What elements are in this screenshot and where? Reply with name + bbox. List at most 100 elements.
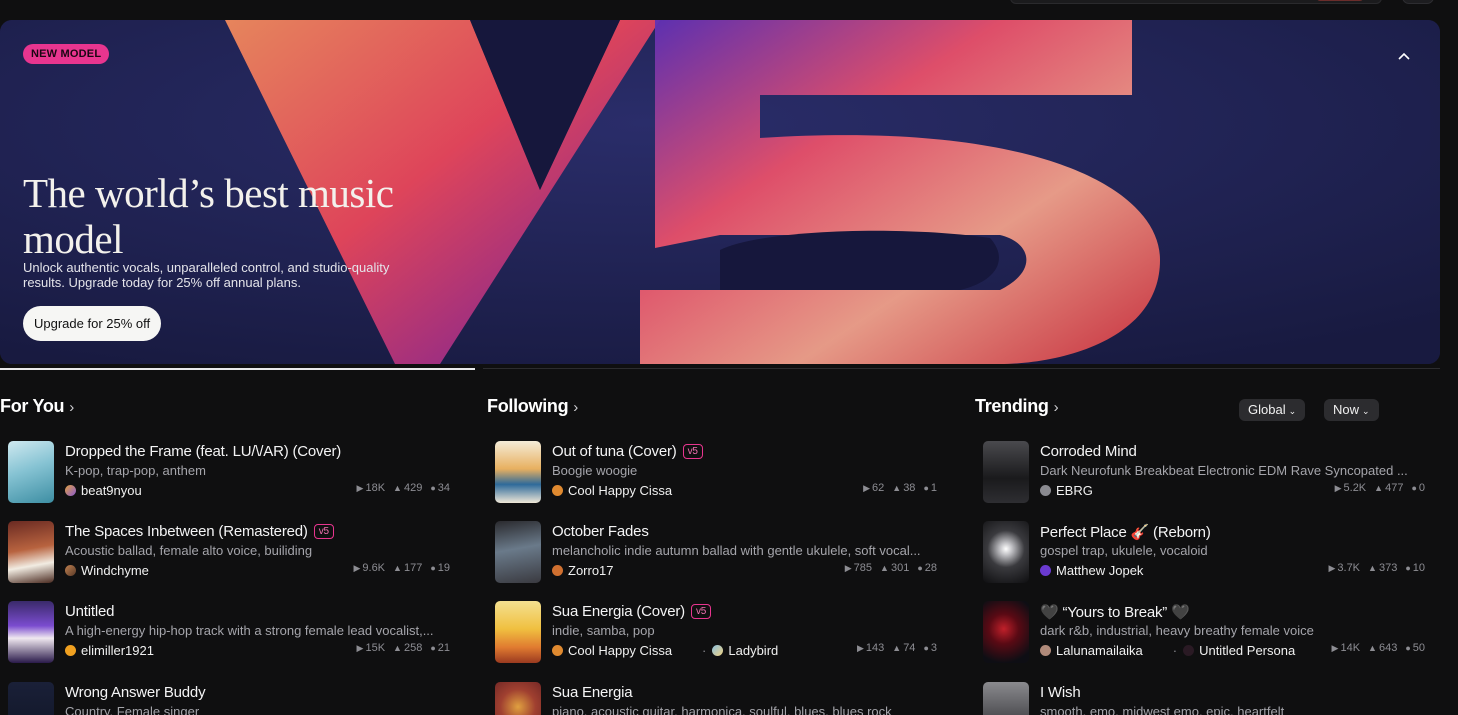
song-cover bbox=[983, 601, 1029, 663]
plays-count: ▶ 143 bbox=[856, 642, 885, 654]
artist-link[interactable]: beat9nyou bbox=[65, 482, 142, 498]
promo-banner: NEW MODEL The world’s best music model U… bbox=[0, 20, 1440, 364]
song-cover bbox=[8, 521, 54, 583]
likes-count[interactable]: ▲ 429 bbox=[393, 482, 422, 494]
song-title: Perfect Place 🎸 (Reborn) bbox=[1040, 524, 1211, 541]
plays-count: ▶ 3.7K bbox=[1328, 562, 1361, 574]
likes-count[interactable]: ▲ 258 bbox=[393, 642, 422, 654]
comments-count[interactable]: ● 21 bbox=[430, 642, 450, 654]
likes-count[interactable]: ▲ 373 bbox=[1368, 562, 1397, 574]
song-stats: ▶ 18K ▲ 429 ● 34 bbox=[357, 482, 450, 494]
artist-name: Cool Happy Cissa bbox=[568, 642, 673, 658]
song-cover bbox=[983, 682, 1029, 715]
search-bar[interactable] bbox=[1010, 0, 1382, 4]
song-row[interactable]: Perfect Place 🎸 (Reborn) gospel trap, uk… bbox=[983, 521, 1428, 583]
song-title: Sua Energia bbox=[552, 684, 633, 701]
comments-count[interactable]: ● 3 bbox=[923, 642, 937, 654]
artist-link[interactable]: Windchyme bbox=[65, 562, 149, 578]
artist-link[interactable]: Zorro17 bbox=[552, 562, 614, 578]
artist-link[interactable]: elimiller1921 bbox=[65, 642, 154, 658]
song-tags: piano, acoustic guitar, harmonica, soulf… bbox=[552, 704, 892, 715]
collapse-banner-button[interactable] bbox=[1390, 44, 1418, 68]
song-row[interactable]: Untitled A high-energy hip-hop track wit… bbox=[8, 601, 453, 663]
likes-count[interactable]: ▲ 643 bbox=[1368, 642, 1397, 654]
following-link[interactable]: Following › bbox=[487, 396, 578, 416]
artist-link[interactable]: Cool Happy Cissa · Ladybird bbox=[552, 642, 778, 658]
scrollbar-gutter bbox=[1440, 20, 1458, 715]
artist-name: beat9nyou bbox=[81, 482, 142, 498]
likes-count[interactable]: ▲ 74 bbox=[892, 642, 915, 654]
comments-count[interactable]: ● 19 bbox=[430, 562, 450, 574]
comments-count[interactable]: ● 34 bbox=[430, 482, 450, 494]
avatar bbox=[1040, 564, 1051, 576]
trending-link[interactable]: Trending › bbox=[975, 396, 1059, 416]
avatar bbox=[552, 564, 563, 576]
artist-name[interactable]: Ladybird bbox=[728, 643, 778, 658]
song-row[interactable]: Corroded Mind Dark Neurofunk Breakbeat E… bbox=[983, 441, 1428, 503]
song-row[interactable]: 🖤 “Yours to Break” 🖤 dark r&b, industria… bbox=[983, 601, 1428, 663]
for-you-link[interactable]: For You › bbox=[0, 396, 74, 416]
thumbs-up-icon: ▲ bbox=[393, 483, 402, 493]
artist-link[interactable]: Matthew Jopek bbox=[1040, 562, 1143, 578]
song-title: Out of tuna (Cover) v5 bbox=[552, 443, 703, 460]
song-row[interactable]: October Fades melancholic indie autumn b… bbox=[495, 521, 940, 583]
song-row[interactable]: Out of tuna (Cover) v5 Boogie woogie Cool… bbox=[495, 441, 940, 503]
likes-count[interactable]: ▲ 301 bbox=[880, 562, 909, 574]
comments-count[interactable]: ● 28 bbox=[917, 562, 937, 574]
song-row[interactable]: The Spaces Inbetween (Remastered) v5 Acou… bbox=[8, 521, 453, 583]
chevron-up-icon bbox=[1398, 52, 1410, 60]
comment-icon: ● bbox=[1405, 643, 1411, 653]
section-title: For You bbox=[0, 396, 65, 416]
comment-icon: ● bbox=[430, 643, 436, 653]
song-row[interactable]: Sua Energia (Cover) v5 indie, samba, pop … bbox=[495, 601, 940, 663]
song-tags: Acoustic ballad, female alto voice, buil… bbox=[65, 543, 313, 558]
song-cover bbox=[8, 441, 54, 503]
likes-count[interactable]: ▲ 38 bbox=[892, 482, 915, 494]
comments-count[interactable]: ● 1 bbox=[923, 482, 937, 494]
section-for-you: For You › Dropped the Frame (feat. LU/\/A… bbox=[0, 396, 460, 715]
likes-count[interactable]: ▲ 477 bbox=[1374, 482, 1403, 494]
separator: · bbox=[1172, 642, 1178, 658]
song-tags: Boogie woogie bbox=[552, 463, 638, 478]
plays-count: ▶ 9.6K bbox=[353, 562, 386, 574]
song-title: Dropped the Frame (feat. LU/\/AR) (Cover… bbox=[65, 443, 342, 460]
comment-icon: ● bbox=[1405, 563, 1411, 573]
region-filter-dropdown[interactable]: Global ⌄ bbox=[1239, 399, 1306, 421]
thumbs-up-icon: ▲ bbox=[393, 643, 402, 653]
v5-badge: v5 bbox=[690, 604, 712, 619]
song-cover bbox=[983, 521, 1029, 583]
song-stats: ▶ 3.7K ▲ 373 ● 10 bbox=[1328, 562, 1425, 574]
artist-link[interactable]: Lalunamailaika · Untitled Persona bbox=[1040, 642, 1295, 658]
play-icon: ▶ bbox=[353, 563, 361, 573]
likes-count[interactable]: ▲ 177 bbox=[393, 562, 422, 574]
account-avatar[interactable] bbox=[1402, 0, 1434, 4]
v5-badge: v5 bbox=[313, 524, 334, 539]
song-row[interactable]: Wrong Answer Buddy Country, Female singe… bbox=[8, 682, 453, 715]
song-row[interactable]: Sua Energia piano, acoustic guitar, harm… bbox=[495, 682, 940, 715]
artist-name[interactable]: Untitled Persona bbox=[1199, 643, 1295, 658]
artist-link[interactable]: Cool Happy Cissa bbox=[552, 482, 672, 498]
plays-count: ▶ 14K bbox=[1331, 642, 1361, 654]
section-following: Following › Out of tuna (Cover) v5 Boogie … bbox=[487, 396, 947, 715]
song-cover bbox=[495, 521, 541, 583]
comments-count[interactable]: ● 10 bbox=[1405, 562, 1425, 574]
upgrade-button[interactable]: Upgrade for 25% off bbox=[23, 306, 162, 341]
plays-count: ▶ 62 bbox=[863, 482, 885, 494]
avatar bbox=[1183, 644, 1195, 656]
comments-count[interactable]: ● 0 bbox=[1411, 482, 1425, 494]
thumbs-up-icon: ▲ bbox=[1374, 483, 1384, 493]
song-title: 🖤 “Yours to Break” 🖤 bbox=[1040, 604, 1190, 621]
song-title: The Spaces Inbetween (Remastered) v5 bbox=[65, 523, 334, 540]
comments-count[interactable]: ● 50 bbox=[1405, 642, 1425, 654]
artist-name: EBRG bbox=[1056, 482, 1093, 498]
time-filter-dropdown[interactable]: Now ⌄ bbox=[1324, 399, 1379, 421]
artist-link[interactable]: EBRG bbox=[1040, 482, 1093, 498]
song-title: Sua Energia (Cover) v5 bbox=[552, 603, 712, 620]
song-tags: Country, Female singer bbox=[65, 704, 200, 715]
banner-subtext: Unlock authentic vocals, unparalleled co… bbox=[23, 260, 390, 290]
song-row[interactable]: Dropped the Frame (feat. LU/\/AR) (Cover… bbox=[8, 441, 453, 503]
chevron-down-icon: ⌄ bbox=[1362, 406, 1370, 416]
active-tab-indicator bbox=[0, 368, 475, 370]
song-row[interactable]: I Wish smooth, emo, midwest emo, epic, h… bbox=[983, 682, 1428, 715]
section-header: For You › bbox=[0, 396, 460, 424]
